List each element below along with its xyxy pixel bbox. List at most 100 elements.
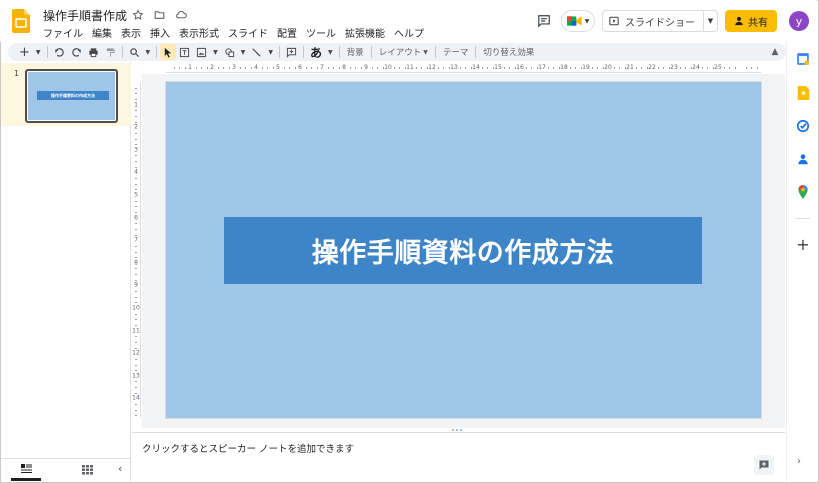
line-chevron-icon[interactable]: ▼ [265, 44, 276, 60]
ruler-tick-mark [415, 67, 417, 69]
ruler-tick-mark [135, 302, 137, 304]
line-icon[interactable] [248, 44, 265, 60]
new-slide-icon[interactable]: + [16, 44, 33, 60]
ruler-tick-mark [668, 67, 670, 69]
account-avatar[interactable]: y [789, 11, 809, 31]
speaker-notes-placeholder[interactable]: クリックするとスピーカー ノートを追加できます [142, 441, 354, 455]
shape-icon[interactable] [221, 44, 238, 60]
ruler-tick-mark [657, 67, 659, 69]
get-addons-plus-icon[interactable]: + [795, 237, 811, 253]
slide-thumbnail[interactable]: 操作手順資料の作成方法 [25, 69, 118, 123]
shape-chevron-icon[interactable]: ▼ [238, 44, 249, 60]
ruler-tick-label: 16 [516, 64, 524, 71]
slideshow-options-chevron-icon[interactable]: ▼ [703, 11, 717, 31]
ruler-tick-mark [201, 67, 202, 69]
maps-icon[interactable] [796, 185, 810, 199]
ruler-tick-mark [135, 358, 137, 360]
ruler-tick-mark [135, 189, 137, 191]
menu-view[interactable]: 表示 [121, 25, 141, 40]
layout-button[interactable]: レイアウト ▼ [375, 46, 432, 58]
theme-button[interactable]: テーマ [439, 46, 473, 58]
ruler-tick-label: 2 [134, 123, 138, 131]
slideshow-start[interactable]: スライドショー [603, 11, 703, 31]
transition-button[interactable]: 切り替え効果 [479, 46, 538, 58]
slides-logo-icon[interactable] [12, 9, 30, 33]
share-button[interactable]: 共有 [725, 10, 777, 32]
menu-insert[interactable]: 挿入 [150, 25, 170, 40]
ruler-tick-mark [333, 67, 334, 69]
toolbar-divider [303, 46, 305, 58]
move-to-drive-icon[interactable] [152, 7, 167, 22]
ruler-tick-label: 11 [132, 327, 140, 335]
ruler-tick-mark [135, 319, 137, 321]
calendar-icon[interactable] [796, 52, 810, 66]
ruler-tick-label: 3 [134, 146, 138, 154]
print-icon[interactable] [85, 44, 102, 60]
menu-edit[interactable]: 編集 [92, 25, 112, 40]
tasks-icon[interactable] [796, 119, 810, 133]
ruler-tick-mark [272, 67, 274, 69]
ruler-tick-mark [635, 67, 637, 69]
menu-file[interactable]: ファイル [43, 25, 83, 40]
speaker-notes-panel[interactable]: クリックするとスピーカー ノートを追加できます [132, 432, 785, 481]
ruler-tick-mark [135, 245, 137, 247]
paint-format-icon[interactable] [102, 44, 119, 60]
ruler-tick-mark [531, 67, 532, 69]
ruler-tick-mark [421, 67, 422, 69]
ruler-tick-mark [481, 67, 483, 69]
slideshow-button[interactable]: スライドショー ▼ [602, 10, 718, 32]
select-cursor-icon[interactable] [160, 44, 177, 60]
slide-title-box[interactable]: 操作手順資料の作成方法 [224, 217, 702, 284]
new-slide-chevron-icon[interactable]: ▼ [33, 44, 44, 60]
hide-menus-chevron-up-icon[interactable]: ▲ [768, 45, 782, 59]
background-button[interactable]: 背景 [343, 46, 368, 58]
ruler-tick-mark [465, 67, 466, 69]
menu-extensions[interactable]: 拡張機能 [345, 25, 385, 40]
keep-icon[interactable] [796, 86, 810, 100]
meet-button[interactable]: ▼ [561, 10, 595, 32]
collapse-filmstrip-chevron-left-icon[interactable]: ‹ [118, 462, 122, 475]
ruler-tick-mark [311, 67, 312, 69]
ruler-tick-label: 10 [384, 64, 392, 71]
zoom-chevron-icon[interactable]: ▼ [143, 44, 154, 60]
cloud-status-icon[interactable] [174, 7, 189, 22]
text-style-icon[interactable]: あ [307, 44, 325, 60]
header-actions: ▼ スライドショー ▼ 共有 y [534, 10, 809, 32]
image-chevron-icon[interactable]: ▼ [210, 44, 221, 60]
grid-view-icon[interactable] [80, 463, 94, 477]
slide-canvas[interactable]: 操作手順資料の作成方法 [166, 82, 761, 418]
vertical-ruler[interactable]: 1 2 3 4 5 6 7 8 9 10 11 12 13 14 [131, 82, 141, 418]
filmstrip-slide[interactable]: 1 操作手順資料の作成方法 [1, 63, 131, 126]
document-title[interactable]: 操作手順書作成 [43, 7, 127, 24]
ruler-tick-label: 6 [298, 64, 302, 71]
side-panel: + › [786, 42, 818, 482]
ruler-tick-mark [135, 132, 137, 134]
add-notes-icon[interactable] [754, 455, 774, 475]
ruler-tick-label: 1 [134, 101, 138, 109]
insert-comment-icon[interactable] [283, 44, 300, 60]
horizontal-ruler[interactable]: 1 2 3 4 5 6 7 8 9 10 11 12 13 14 15 16 17 18 19 20 21 22 23 24 2… [166, 63, 761, 73]
undo-icon[interactable] [51, 44, 68, 60]
slide-number: 1 [14, 69, 20, 78]
menu-slide[interactable]: スライド [228, 25, 268, 40]
contacts-icon[interactable] [796, 152, 810, 166]
ruler-tick-label: 15 [494, 64, 502, 71]
filmstrip-view-button[interactable] [11, 459, 41, 481]
star-icon[interactable] [130, 7, 145, 22]
ruler-tick-label: 12 [132, 349, 140, 357]
text-box-icon[interactable] [176, 44, 193, 60]
ruler-tick-mark [135, 183, 137, 185]
text-style-chevron-icon[interactable]: ▼ [325, 44, 336, 60]
menu-format[interactable]: 表示形式 [179, 25, 219, 40]
image-icon[interactable] [193, 44, 210, 60]
show-side-panel-chevron-right-icon[interactable]: › [797, 456, 801, 467]
menu-bar: ファイル 編集 表示 挿入 表示形式 スライド 配置 ツール 拡張機能 ヘルプ [43, 25, 424, 40]
zoom-icon[interactable] [126, 44, 143, 60]
menu-help[interactable]: ヘルプ [394, 25, 424, 40]
ruler-tick-label: 7 [134, 236, 138, 244]
menu-tools[interactable]: ツール [306, 25, 336, 40]
comment-history-icon[interactable] [534, 11, 554, 31]
ruler-tick-mark [355, 67, 356, 69]
menu-arrange[interactable]: 配置 [277, 25, 297, 40]
redo-icon[interactable] [68, 44, 85, 60]
